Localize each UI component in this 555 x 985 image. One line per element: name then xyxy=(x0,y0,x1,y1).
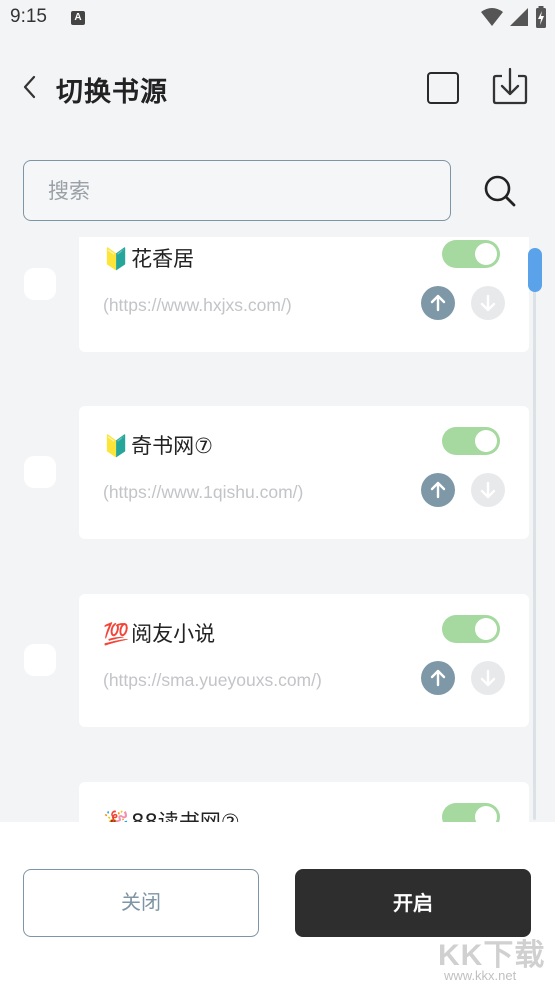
app-bar: 切换书源 xyxy=(0,52,555,124)
arrow-down-icon xyxy=(480,294,496,312)
source-name: 花香居 xyxy=(131,247,195,271)
select-all-checkbox-icon[interactable] xyxy=(427,72,459,104)
source-item: 🔰奇书网⑦ (https://www.1qishu.com/) xyxy=(0,406,555,539)
move-down-button[interactable] xyxy=(471,661,505,695)
party-popper-icon: 🎉 xyxy=(103,810,130,822)
move-down-button[interactable] xyxy=(471,473,505,507)
source-name: 88读书网② xyxy=(131,810,240,822)
item-checkbox[interactable] xyxy=(24,456,56,488)
move-up-button[interactable] xyxy=(421,661,455,695)
enable-toggle[interactable] xyxy=(442,427,500,455)
import-download-icon[interactable] xyxy=(490,67,530,107)
source-card[interactable]: 🔰花香居 (https://www.hxjxs.com/) xyxy=(79,237,529,352)
source-item: 🔰花香居 (https://www.hxjxs.com/) xyxy=(0,237,555,352)
source-title: 🔰花香居 xyxy=(103,243,194,273)
move-up-button[interactable] xyxy=(421,286,455,320)
source-url: (https://sma.yueyouxs.com/) xyxy=(103,670,322,690)
close-button[interactable]: 关闭 xyxy=(23,869,259,937)
source-card[interactable]: 🔰奇书网⑦ (https://www.1qishu.com/) xyxy=(79,406,529,539)
watermark-url: www.kkx.net xyxy=(444,968,517,983)
search-input[interactable] xyxy=(23,160,451,221)
source-card[interactable]: 💯阅友小说 (https://sma.yueyouxs.com/) xyxy=(79,594,529,727)
source-name: 奇书网⑦ xyxy=(131,434,213,458)
scrollbar-thumb[interactable] xyxy=(528,248,542,292)
toggle-knob xyxy=(475,243,497,265)
arrow-down-icon xyxy=(480,481,496,499)
source-list[interactable]: 🔰花香居 (https://www.hxjxs.com/) 🔰奇书网⑦ (htt… xyxy=(0,237,555,822)
arrow-up-icon xyxy=(430,294,446,312)
scrollbar-track[interactable] xyxy=(533,250,536,820)
arrow-up-icon xyxy=(430,481,446,499)
source-item: 💯阅友小说 (https://sma.yueyouxs.com/) xyxy=(0,594,555,727)
battery-icon xyxy=(536,6,546,28)
arrow-down-icon xyxy=(480,669,496,687)
source-card[interactable]: 🎉88读书网② xyxy=(79,782,529,822)
source-item: 🎉88读书网② xyxy=(0,782,555,822)
toggle-knob xyxy=(475,806,497,822)
notification-icon: A xyxy=(71,11,85,25)
hundred-points-icon: 💯 xyxy=(103,622,130,646)
enable-toggle[interactable] xyxy=(442,803,500,822)
watermark-logo: KK下载 www.kkx.net xyxy=(438,930,553,985)
toggle-knob xyxy=(475,618,497,640)
source-url: (https://www.hxjxs.com/) xyxy=(103,295,292,315)
source-title: 💯阅友小说 xyxy=(103,618,215,648)
item-checkbox[interactable] xyxy=(24,644,56,676)
toggle-knob xyxy=(475,430,497,452)
status-bar: 9:15 A xyxy=(0,0,555,36)
signal-icon xyxy=(509,8,528,26)
source-name: 阅友小说 xyxy=(131,622,216,646)
beginner-badge-icon: 🔰 xyxy=(103,247,130,271)
page-title: 切换书源 xyxy=(56,77,168,108)
source-title: 🔰奇书网⑦ xyxy=(103,430,213,460)
arrow-up-icon xyxy=(430,669,446,687)
move-up-button[interactable] xyxy=(421,473,455,507)
move-down-button[interactable] xyxy=(471,286,505,320)
status-icons xyxy=(480,6,547,28)
source-url: (https://www.1qishu.com/) xyxy=(103,482,304,502)
search-row xyxy=(0,160,555,222)
source-title: 🎉88读书网② xyxy=(103,806,240,822)
status-time: 9:15 xyxy=(10,6,47,27)
enable-button[interactable]: 开启 xyxy=(295,869,531,937)
beginner-badge-icon: 🔰 xyxy=(103,434,130,458)
wifi-icon xyxy=(480,8,503,26)
back-arrow-icon[interactable] xyxy=(18,72,42,102)
enable-toggle[interactable] xyxy=(442,615,500,643)
item-checkbox[interactable] xyxy=(24,268,56,300)
search-icon[interactable] xyxy=(482,173,518,209)
enable-toggle[interactable] xyxy=(442,240,500,268)
